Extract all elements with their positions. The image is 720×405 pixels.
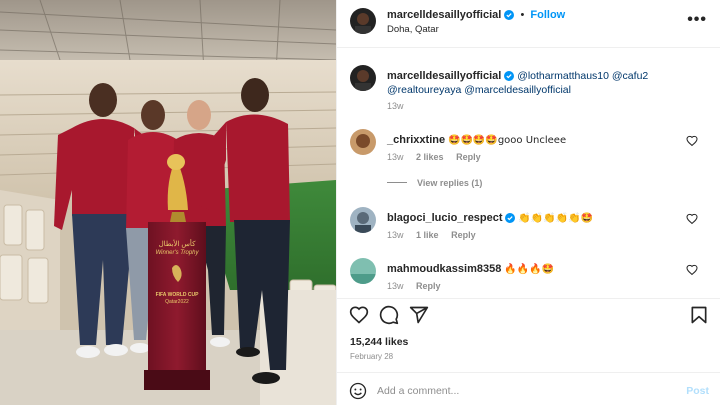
view-replies-button[interactable]: View replies (1) — [387, 178, 482, 188]
trophy-arabic-text: كأس الأبطال — [158, 241, 196, 248]
comment-meta: 13w Reply — [387, 281, 451, 291]
comment-input[interactable] — [377, 381, 667, 401]
caption-text: marcelldesaillyofficial @lotharmatthaus1… — [387, 69, 687, 97]
reply-button[interactable]: Reply — [451, 230, 476, 240]
comment-text: blagoci_lucio_respect 👏👏👏👏👏🤩 — [387, 211, 687, 226]
stadium-photo-illustration — [0, 0, 336, 405]
comment-username[interactable]: mahmoudkassim8358 — [387, 263, 501, 275]
comment-icon[interactable] — [379, 305, 399, 325]
follow-button[interactable]: Follow — [530, 9, 565, 21]
verified-badge-icon — [505, 213, 516, 223]
post-header: marcelldesaillyofficial • Follow Doha, Q… — [337, 0, 720, 48]
heart-icon[interactable] — [686, 264, 698, 276]
post-actions: 15,244 likes February 28 — [337, 298, 720, 368]
verified-badge-icon — [504, 71, 515, 81]
comment-time: 13w — [387, 230, 404, 240]
heart-icon[interactable] — [349, 305, 369, 325]
comment-meta: 13w 1 like Reply — [387, 230, 486, 240]
comment-text: _chrixxtine 🤩🤩🤩🤩gooo Uncleee — [387, 133, 687, 148]
trophy-place-text: Qatar2022 — [165, 299, 189, 305]
likes-count[interactable]: 15,244 likes — [350, 336, 408, 348]
heart-icon[interactable] — [686, 135, 698, 147]
replies-divider — [387, 182, 407, 183]
comment-meta: 13w 2 likes Reply — [387, 152, 491, 162]
comment-content: 👏👏👏👏👏🤩 — [518, 213, 594, 224]
comment-likes[interactable]: 2 likes — [416, 152, 444, 162]
comment-time: 13w — [387, 281, 404, 291]
caption-meta: 13w — [387, 101, 414, 111]
comment-content: 🤩🤩🤩🤩gooo Uncleee — [448, 135, 567, 146]
verified-badge-icon — [504, 10, 515, 20]
comment-content: 🔥🔥🔥🤩 — [504, 264, 555, 275]
instagram-post-view: كأس الأبطال Winner's Trophy FIFA WORLD C… — [0, 0, 720, 405]
post-details-panel: marcelldesaillyofficial • Follow Doha, Q… — [336, 0, 720, 405]
commenter-avatar[interactable] — [350, 129, 376, 155]
bookmark-icon[interactable] — [689, 305, 709, 325]
commenter-avatar[interactable] — [350, 207, 376, 233]
author-line: marcelldesaillyofficial • Follow — [387, 9, 565, 21]
comment-text: mahmoudkassim8358 🔥🔥🔥🤩 — [387, 262, 687, 277]
post-date[interactable]: February 28 — [350, 352, 393, 361]
comment-likes[interactable]: 1 like — [416, 230, 439, 240]
heart-icon[interactable] — [686, 213, 698, 225]
author-avatar[interactable] — [350, 65, 376, 91]
caption-time: 13w — [387, 101, 404, 111]
view-replies-label: View replies (1) — [417, 178, 483, 188]
comment-time: 13w — [387, 152, 404, 162]
comment-username[interactable]: blagoci_lucio_respect — [387, 212, 503, 224]
add-comment-bar: Post — [337, 372, 720, 405]
reply-button[interactable]: Reply — [416, 281, 441, 291]
emoji-icon[interactable] — [349, 382, 367, 400]
share-icon[interactable] — [409, 305, 429, 325]
trophy-event-text: FIFA WORLD CUP — [155, 292, 199, 298]
reply-button[interactable]: Reply — [456, 152, 481, 162]
caption-username[interactable]: marcelldesaillyofficial — [387, 70, 501, 82]
author-avatar[interactable] — [350, 8, 376, 34]
commenter-avatar[interactable] — [350, 258, 376, 284]
more-options-icon[interactable]: ••• — [687, 11, 707, 29]
comments-list[interactable]: marcelldesaillyofficial @lotharmatthaus1… — [337, 48, 720, 298]
author-username[interactable]: marcelldesaillyofficial — [387, 9, 501, 21]
comment-username[interactable]: _chrixxtine — [387, 134, 445, 146]
separator-dot: • — [520, 9, 525, 21]
trophy-name-text: Winner's Trophy — [155, 250, 199, 256]
post-location[interactable]: Doha, Qatar — [387, 24, 439, 35]
post-comment-button[interactable]: Post — [686, 385, 709, 397]
post-photo[interactable]: كأس الأبطال Winner's Trophy FIFA WORLD C… — [0, 0, 336, 405]
